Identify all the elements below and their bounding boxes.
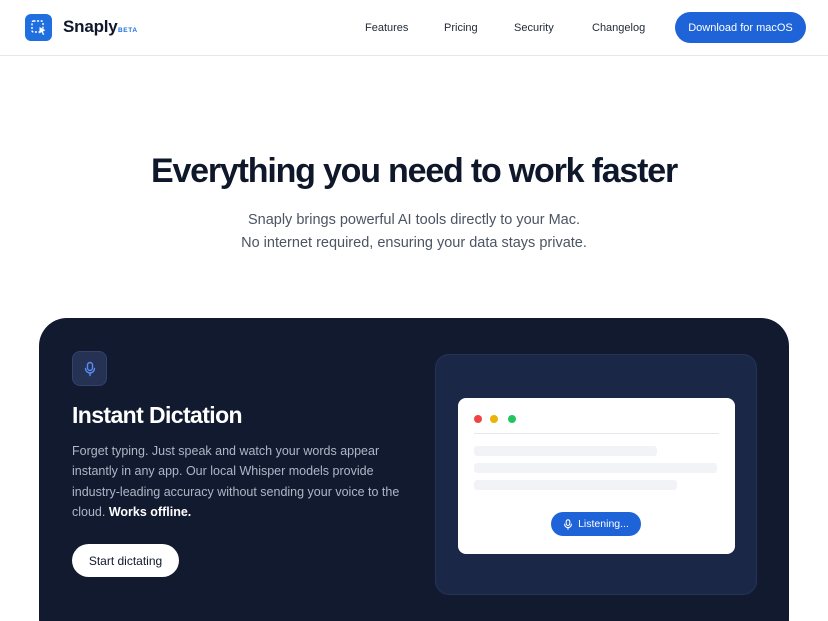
- download-macos-button[interactable]: Download for macOS: [675, 12, 806, 43]
- feature-title: Instant Dictation: [72, 402, 243, 428]
- nav-link-pricing[interactable]: Pricing: [444, 22, 478, 34]
- nav-link-changelog[interactable]: Changelog: [592, 22, 645, 34]
- nav-link-features[interactable]: Features: [365, 22, 408, 34]
- placeholder-text-line: [474, 446, 657, 456]
- listening-status-pill: Listening...: [551, 512, 641, 536]
- nav-link-security[interactable]: Security: [514, 22, 554, 34]
- placeholder-text-line: [474, 463, 717, 473]
- microphone-icon: [72, 351, 107, 386]
- placeholder-text-line: [474, 480, 677, 490]
- window-minimize-dot: [490, 415, 498, 423]
- hero-subtitle: Snaply brings powerful AI tools directly…: [0, 209, 828, 255]
- listening-status-text: Listening...: [578, 518, 629, 530]
- window-close-dot: [474, 415, 482, 423]
- feature-description-emphasis: Works offline.: [108, 504, 192, 519]
- beta-badge: BETA: [118, 27, 138, 34]
- hero-subtitle-line-1: Snaply brings powerful AI tools directly…: [247, 212, 581, 228]
- snaply-logo-icon[interactable]: [25, 14, 52, 41]
- start-dictating-button[interactable]: Start dictating: [72, 544, 179, 577]
- brand-name[interactable]: Snaply: [63, 17, 118, 37]
- dictation-feature-card: Instant Dictation Forget typing. Just sp…: [39, 318, 789, 621]
- window-zoom-dot: [508, 415, 516, 423]
- hero-subtitle-line-2: No internet required, ensuring your data…: [241, 235, 587, 251]
- window-divider: [474, 433, 719, 434]
- microphone-small-icon: [564, 518, 573, 530]
- top-navbar: Snaply BETA Features Pricing Security Ch…: [0, 0, 828, 56]
- feature-description: Forget typing. Just speak and watch your…: [72, 441, 402, 522]
- mock-app-window: Listening...: [458, 398, 735, 554]
- dictation-preview-panel: Listening...: [435, 354, 757, 595]
- hero-title: Everything you need to work faster: [151, 152, 678, 190]
